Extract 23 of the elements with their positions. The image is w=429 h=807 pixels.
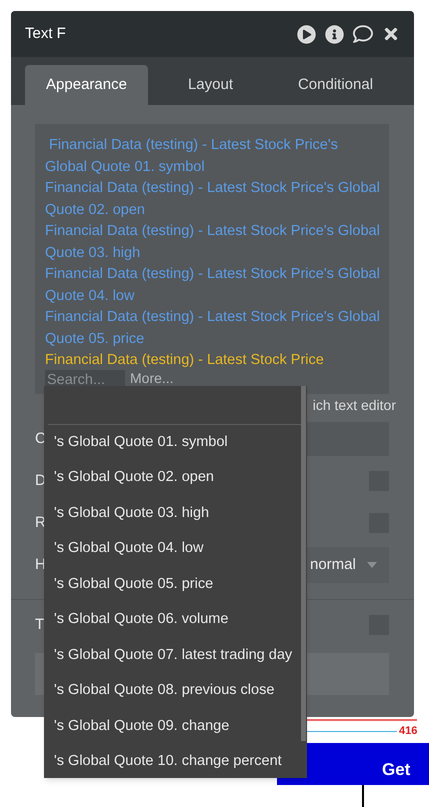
dropdown-option[interactable]: 's Global Quote 09. change [44, 709, 307, 744]
window-title: Text F [25, 24, 66, 44]
comment-icon[interactable] [353, 24, 373, 44]
dropdown-option[interactable]: 's Global Quote 07. latest trading day [44, 638, 307, 674]
tab[interactable]: Conditional [273, 65, 398, 105]
info-icon[interactable] [325, 24, 344, 44]
pending-expression[interactable]: Financial Data (testing) - Latest Stock Price [45, 350, 381, 372]
dropdown-option[interactable]: 's Global Quote 02. open [44, 460, 307, 496]
scrollbar[interactable] [301, 386, 306, 741]
dropdown-option[interactable]: 's Global Quote 08. previous close [44, 674, 307, 709]
tab[interactable]: Layout [148, 65, 273, 105]
dropdown-option[interactable]: 's Global Quote 06. volume [44, 602, 307, 638]
dropdown-option[interactable]: 's Global Quote 03. high [44, 496, 307, 532]
more-link[interactable]: More... [128, 370, 176, 388]
rich-text-editor-label: ich text editor [312, 396, 396, 414]
dropdown-option[interactable]: 's Global Quote 01. symbol [44, 425, 307, 460]
property-label: T [35, 614, 44, 635]
play-icon[interactable] [297, 24, 316, 44]
tab[interactable]: Appearance [25, 65, 148, 105]
text-editor[interactable] [35, 124, 389, 394]
caret-icon [367, 562, 377, 568]
number-text: 416 [399, 724, 418, 739]
close-icon[interactable] [382, 25, 400, 43]
